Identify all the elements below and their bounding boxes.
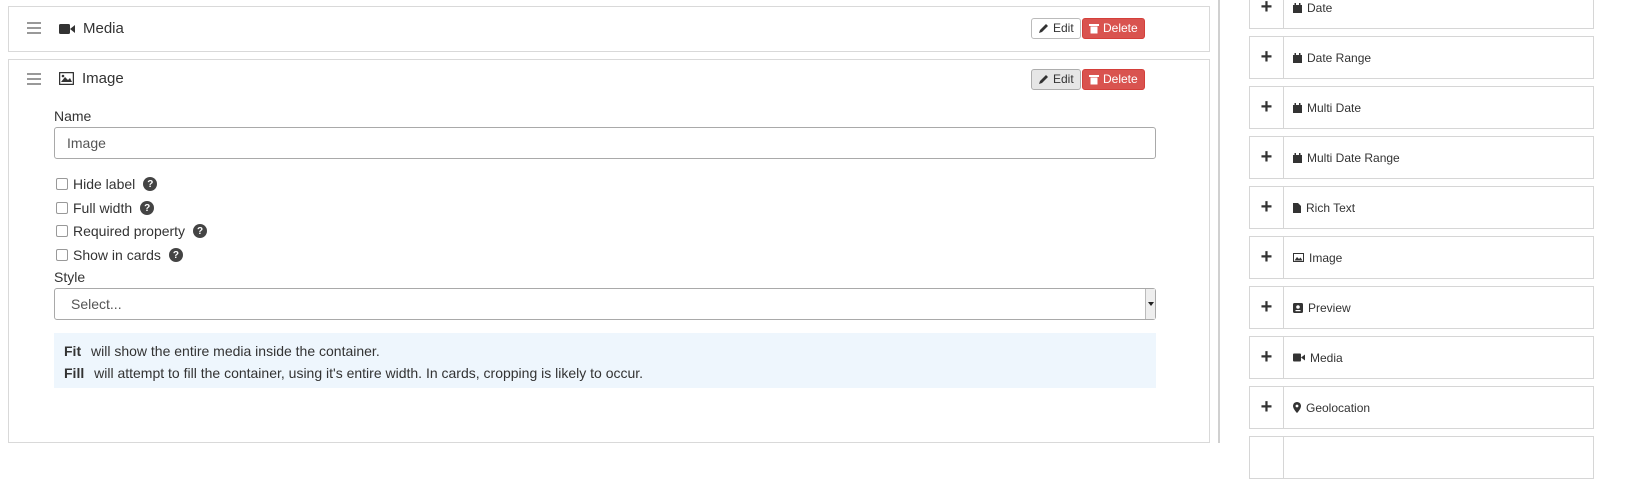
edit-button-label: Edit — [1053, 21, 1074, 35]
plus-icon[interactable]: + — [1250, 337, 1284, 378]
preview-icon — [1293, 302, 1303, 313]
calendar-icon — [1293, 152, 1302, 163]
trash-icon — [1089, 24, 1099, 34]
field-type-image[interactable]: + Image — [1249, 236, 1594, 279]
field-type-label: Image — [1309, 250, 1343, 265]
info-term: Fill — [64, 365, 85, 381]
checkbox-label: Full width — [73, 200, 133, 216]
field-type-rich-text[interactable]: + Rich Text — [1249, 186, 1594, 229]
field-type-date[interactable]: + Date — [1249, 0, 1594, 29]
info-text: will attempt to fill the container, usin… — [94, 365, 644, 381]
checkbox-show-in-cards[interactable]: Show in cards ? — [56, 247, 183, 263]
plus-icon[interactable]: + — [1250, 287, 1284, 328]
field-type-label: Date — [1307, 0, 1333, 15]
video-camera-icon — [59, 23, 75, 34]
checkbox[interactable] — [56, 225, 68, 237]
checkbox[interactable] — [56, 202, 68, 214]
plus-icon[interactable]: + — [1250, 187, 1284, 228]
field-type-label: Multi Date — [1307, 100, 1362, 115]
style-info-box: Fit will show the entire media inside th… — [54, 333, 1156, 388]
delete-button[interactable]: Delete — [1082, 18, 1145, 39]
delete-button-label: Delete — [1103, 72, 1138, 86]
checkbox-full-width[interactable]: Full width ? — [56, 200, 155, 216]
help-icon[interactable]: ? — [168, 248, 183, 262]
image-icon — [1293, 253, 1304, 262]
calendar-icon — [1293, 2, 1302, 13]
name-input[interactable] — [54, 127, 1156, 159]
property-title: Image — [59, 70, 124, 87]
field-type-label: Multi Date Range — [1307, 150, 1400, 165]
image-icon — [59, 72, 74, 85]
field-type-preview[interactable]: + Preview — [1249, 286, 1594, 329]
field-type-label: Media — [1310, 350, 1343, 365]
field-type-media[interactable]: + Media — [1249, 336, 1594, 379]
plus-icon[interactable]: + — [1250, 87, 1284, 128]
property-title-text: Image — [82, 70, 124, 87]
pencil-icon — [1039, 75, 1048, 84]
style-label: Style — [54, 269, 86, 285]
info-line-fill: Fill will attempt to fill the container,… — [64, 362, 1146, 384]
trash-icon — [1089, 75, 1099, 85]
property-title-text: Media — [83, 20, 124, 37]
info-text: will show the entire media inside the co… — [91, 343, 380, 359]
plus-icon[interactable]: + — [1250, 37, 1284, 78]
help-icon[interactable]: ? — [143, 177, 158, 191]
file-icon — [1293, 202, 1301, 213]
edit-button-label: Edit — [1053, 72, 1074, 86]
field-type-geolocation[interactable]: + Geolocation — [1249, 386, 1594, 429]
checkbox-required-property[interactable]: Required property ? — [56, 223, 208, 239]
field-type-date-range[interactable]: + Date Range — [1249, 36, 1594, 79]
field-type-label: Date Range — [1307, 50, 1372, 65]
drag-handle-icon[interactable] — [27, 73, 41, 85]
field-type-label: Rich Text — [1306, 200, 1356, 215]
field-type-list: + Date + Date Range + Multi Date + Multi… — [1249, 0, 1594, 479]
field-type-label: Geolocation — [1306, 400, 1371, 415]
checkbox-label: Hide label — [73, 176, 136, 192]
calendar-icon — [1293, 102, 1302, 113]
map-marker-icon — [1293, 402, 1301, 413]
checkbox[interactable] — [56, 178, 68, 190]
help-icon[interactable]: ? — [193, 224, 208, 238]
checkbox-hide-label[interactable]: Hide label ? — [56, 176, 158, 192]
plus-icon[interactable]: + — [1250, 137, 1284, 178]
plus-icon[interactable]: + — [1250, 237, 1284, 278]
field-type-label: Preview — [1308, 300, 1351, 315]
field-type-next[interactable] — [1249, 436, 1594, 479]
field-type-multi-date[interactable]: + Multi Date — [1249, 86, 1594, 129]
property-card-image: Image Edit Delete Name Hide label ? Full… — [8, 59, 1210, 443]
property-title: Media — [59, 20, 124, 37]
property-editor-panel: Media Edit Delete Image Edit Delete Name — [8, 0, 1210, 443]
delete-button-label: Delete — [1103, 21, 1138, 35]
plus-icon[interactable]: + — [1250, 0, 1284, 28]
checkbox[interactable] — [56, 249, 68, 261]
checkbox-label: Required property — [73, 223, 186, 239]
style-select[interactable]: Select... — [54, 288, 1156, 320]
edit-button[interactable]: Edit — [1031, 18, 1081, 39]
checkbox-label: Show in cards — [73, 247, 161, 263]
delete-button[interactable]: Delete — [1082, 69, 1145, 90]
field-type-multi-date-range[interactable]: + Multi Date Range — [1249, 136, 1594, 179]
panel-divider — [1218, 0, 1220, 443]
info-term: Fit — [64, 343, 82, 359]
info-line-fit: Fit will show the entire media inside th… — [64, 340, 1146, 362]
plus-icon[interactable] — [1250, 437, 1284, 478]
calendar-icon — [1293, 52, 1302, 63]
plus-icon[interactable]: + — [1250, 387, 1284, 428]
property-card-media: Media Edit Delete — [8, 6, 1210, 52]
edit-button[interactable]: Edit — [1031, 69, 1081, 90]
drag-handle-icon[interactable] — [27, 22, 41, 34]
video-camera-icon — [1293, 353, 1305, 362]
pencil-icon — [1039, 24, 1048, 33]
name-label: Name — [54, 108, 92, 124]
chevron-down-icon[interactable] — [1145, 289, 1155, 319]
help-icon[interactable]: ? — [140, 201, 155, 215]
style-select-value: Select... — [71, 296, 122, 312]
